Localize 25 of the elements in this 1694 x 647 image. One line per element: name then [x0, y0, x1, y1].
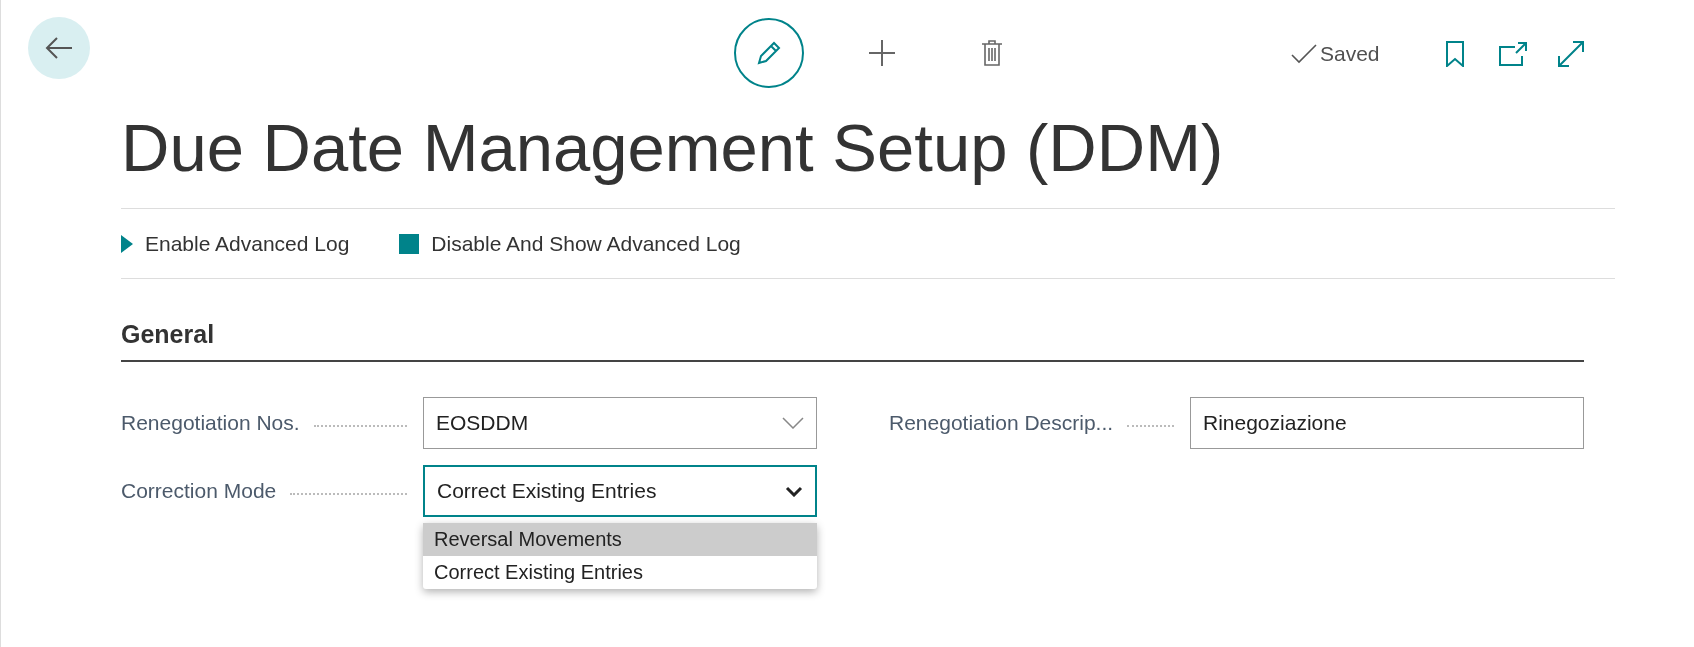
play-icon	[121, 234, 133, 253]
lookup-field[interactable]: EOSDDM	[423, 397, 817, 449]
text-field[interactable]: Rinegoziazione	[1190, 397, 1584, 449]
bookmark-icon	[1445, 41, 1464, 67]
back-arrow-icon	[44, 36, 74, 60]
saved-status: Saved	[1291, 42, 1380, 66]
dropdown-option[interactable]: Reversal Movements	[423, 523, 817, 556]
dropdown-field[interactable]: Correct Existing Entries	[423, 465, 817, 517]
chevron-down-icon	[785, 485, 803, 497]
trash-icon	[981, 40, 1003, 66]
field-label: Renegotiation Nos.	[121, 411, 300, 435]
section-heading[interactable]: General	[121, 299, 1584, 362]
dropdown-option[interactable]: Correct Existing Entries	[423, 556, 817, 589]
checkmark-icon	[1291, 44, 1317, 64]
enable-log-button[interactable]: Enable Advanced Log	[121, 231, 350, 256]
open-in-new-window-icon	[1498, 42, 1527, 66]
disable-log-button[interactable]: Disable And Show Advanced Log	[399, 231, 741, 256]
field-label: Correction Mode	[121, 479, 277, 503]
field-label: Renegotiation Descrip...	[889, 411, 1114, 435]
page-title: Due Date Management Setup (DDM)	[121, 100, 1615, 209]
chevron-down-icon	[782, 417, 804, 429]
expand-icon	[1557, 41, 1584, 67]
edit-button[interactable]	[734, 18, 804, 88]
plus-icon	[868, 39, 896, 67]
stop-icon	[399, 233, 420, 254]
